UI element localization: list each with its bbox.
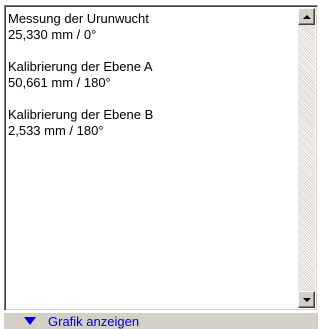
show-graphic-toggle[interactable]: Grafik anzeigen	[4, 313, 318, 329]
results-content: Messung der Urunwucht 25,330 mm / 0° Kal…	[8, 11, 288, 155]
entry-value: 25,330 mm / 0°	[8, 27, 97, 42]
entry-value: 2,533 mm / 180°	[8, 123, 104, 138]
show-graphic-label: Grafik anzeigen	[48, 313, 140, 329]
vertical-scrollbar[interactable]	[298, 8, 315, 308]
entry-urunwucht: Messung der Urunwucht 25,330 mm / 0°	[8, 11, 288, 43]
entry-title: Messung der Urunwucht	[8, 11, 149, 26]
entry-ebene-b: Kalibrierung der Ebene B 2,533 mm / 180°	[8, 107, 288, 139]
scroll-down-button[interactable]	[298, 291, 315, 308]
entry-value: 50,661 mm / 180°	[8, 75, 111, 90]
arrow-down-icon	[302, 297, 311, 302]
entry-title: Kalibrierung der Ebene A	[8, 59, 153, 74]
triangle-down-icon	[24, 317, 36, 325]
entry-title: Kalibrierung der Ebene B	[8, 107, 154, 122]
results-panel: Messung der Urunwucht 25,330 mm / 0° Kal…	[0, 0, 325, 329]
entry-ebene-a: Kalibrierung der Ebene A 50,661 mm / 180…	[8, 59, 288, 91]
arrow-up-icon	[302, 14, 311, 19]
scroll-up-button[interactable]	[298, 8, 315, 25]
results-listbox[interactable]: Messung der Urunwucht 25,330 mm / 0° Kal…	[4, 5, 318, 311]
